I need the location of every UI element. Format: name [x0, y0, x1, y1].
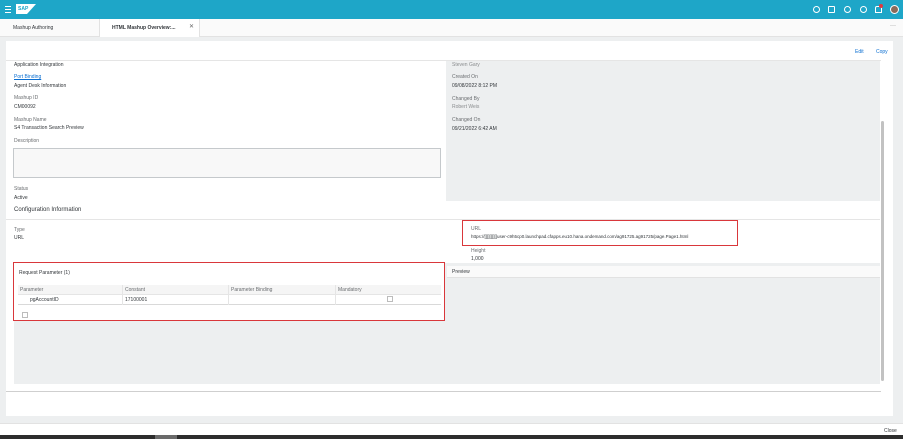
menu-icon[interactable] [5, 6, 11, 13]
taskbar-active-item[interactable] [155, 435, 177, 439]
logo-text: SAP [18, 6, 29, 12]
preview-header [447, 266, 880, 278]
column-header-parameter[interactable]: Parameter [18, 285, 123, 295]
changed-by-label: Changed By [452, 96, 480, 102]
overflow-icon[interactable]: ··· [890, 23, 896, 29]
request-parameter-title: Request Parameter (1) [19, 270, 70, 276]
type-value: URL [14, 235, 25, 241]
edit-button[interactable]: Edit [855, 49, 864, 55]
os-taskbar [0, 435, 903, 439]
changed-on-value: 09/21/2022 6:42 AM [452, 126, 497, 132]
divider [6, 219, 880, 220]
help-icon[interactable] [860, 6, 867, 13]
mashup-name-value: S4 Transaction Search Preview [14, 125, 84, 131]
url-label: URL [471, 226, 482, 232]
status-label: Status [14, 186, 29, 192]
binding-cell[interactable] [229, 295, 336, 305]
request-parameter-title-text: Request Parameter [19, 270, 63, 276]
port-binding-value: Agent Desk Information [14, 83, 67, 89]
description-textarea[interactable] [13, 148, 441, 178]
divider [6, 391, 881, 392]
url-value[interactable]: https://[][][][][]user-c9h5cp0.launchpad… [471, 234, 688, 239]
changed-by-value: Robert Weis [452, 104, 480, 110]
notification-badge [879, 4, 883, 8]
url-highlight [462, 220, 738, 246]
created-by-value: Steven Gary [452, 62, 480, 68]
configuration-title: Configuration Information [14, 207, 82, 213]
preview-label: Preview [452, 269, 470, 275]
search-icon[interactable] [813, 6, 820, 13]
vertical-scrollbar[interactable] [881, 121, 884, 381]
feedback-icon[interactable] [828, 6, 835, 13]
parameter-cell[interactable]: pgAccountID [18, 295, 123, 305]
user-avatar[interactable] [890, 5, 899, 14]
mashup-id-label: Mashup ID [14, 95, 39, 101]
created-on-label: Created On [452, 74, 478, 80]
tab-mashup-authoring[interactable]: Mashup Authoring [0, 19, 99, 37]
shell-bar [0, 0, 903, 19]
mashup-name-label: Mashup Name [14, 117, 47, 123]
changed-on-label: Changed On [452, 117, 481, 123]
column-header-constant[interactable]: Constant [123, 285, 229, 295]
mashup-id-value: CM00092 [14, 104, 36, 110]
created-on-value: 09/08/2022 8:12 PM [452, 83, 498, 89]
config-section [6, 201, 880, 263]
general-section [6, 61, 446, 201]
copy-button[interactable]: Copy [876, 49, 888, 55]
column-header-parameter-binding[interactable]: Parameter Binding [229, 285, 336, 295]
height-value: 1,000 [471, 256, 484, 262]
category-value: Application Integration [14, 62, 64, 68]
port-binding-label[interactable]: Port Binding [14, 74, 41, 80]
column-header-mandatory[interactable]: Mandatory [336, 285, 441, 295]
request-parameter-count: (1) [63, 270, 70, 276]
select-checkbox[interactable] [22, 312, 28, 318]
mandatory-checkbox[interactable] [387, 296, 393, 302]
constant-cell[interactable]: 17100001 [123, 295, 229, 305]
history-icon[interactable] [844, 6, 851, 13]
close-tab-icon[interactable]: ✕ [189, 23, 194, 30]
height-label: Height [471, 248, 486, 254]
close-button[interactable]: Close [884, 428, 897, 434]
section-gutter [6, 61, 14, 391]
table-header: Parameter Constant Parameter Binding Man… [18, 285, 441, 295]
type-label: Type [14, 227, 25, 233]
table-row[interactable]: pgAccountID 17100001 [18, 295, 441, 305]
tab-html-mashup-overview[interactable]: HTML Mashup Overview:... [99, 19, 200, 37]
status-value: Active [14, 195, 28, 201]
description-label: Description [14, 138, 40, 144]
